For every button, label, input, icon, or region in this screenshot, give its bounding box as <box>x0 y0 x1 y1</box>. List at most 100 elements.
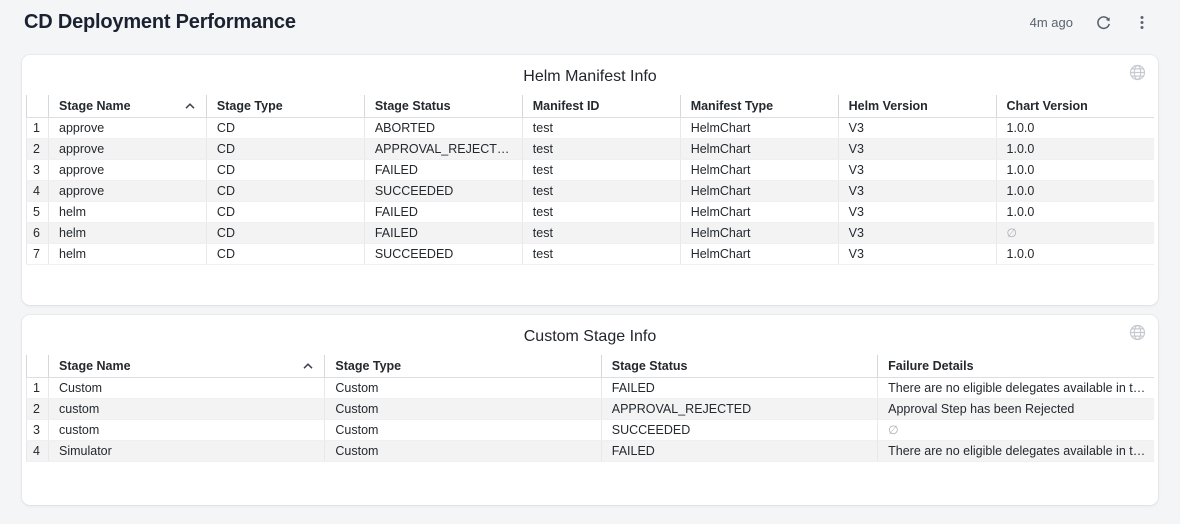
table-cell: ABORTED <box>364 117 522 138</box>
custom-stage-table: Stage Name Stage TypeStage Status Failure … <box>26 355 1154 462</box>
column-header-stage-name[interactable]: Stage Name <box>49 355 325 377</box>
column-header-label: Chart Version <box>1007 99 1088 113</box>
panel-menu-button[interactable] <box>1134 14 1150 31</box>
row-number-header <box>27 95 49 117</box>
table-row: 2customCustomAPPROVAL_REJECTEDApproval S… <box>27 398 1155 419</box>
panel-title[interactable]: Helm Manifest Info <box>22 55 1158 95</box>
table-cell: SUCCEEDED <box>601 419 877 440</box>
table-cell: 1.0.0 <box>996 159 1154 180</box>
table-row: 3customCustomSUCCEEDED∅ <box>27 419 1155 440</box>
column-header-stage-type[interactable]: Stage Type <box>325 355 601 377</box>
column-header-helm-version[interactable]: Helm Version <box>838 95 996 117</box>
table-cell: FAILED <box>364 201 522 222</box>
page-title: CD Deployment Performance <box>24 11 296 34</box>
table-header-row: Stage Name Stage TypeStage Status Failure … <box>27 355 1155 377</box>
table-cell: V3 <box>838 159 996 180</box>
table-row: 4SimulatorCustomFAILEDThere are no eligi… <box>27 440 1155 461</box>
row-number: 3 <box>27 159 49 180</box>
table-cell: HelmChart <box>680 138 838 159</box>
table-cell: Custom <box>49 377 325 398</box>
table-cell: SUCCEEDED <box>364 180 522 201</box>
globe-icon <box>1129 64 1146 81</box>
refresh-button[interactable] <box>1095 14 1112 31</box>
row-number: 2 <box>27 398 49 419</box>
table-cell: V3 <box>838 117 996 138</box>
table-cell: HelmChart <box>680 201 838 222</box>
column-header-label: Failure Details <box>888 359 973 373</box>
table-cell: approve <box>49 138 207 159</box>
table-cell: 1.0.0 <box>996 138 1154 159</box>
table-cell: V3 <box>838 243 996 264</box>
table-cell: 1.0.0 <box>996 201 1154 222</box>
table-cell: helm <box>49 201 207 222</box>
row-number-header <box>27 355 49 377</box>
column-header-chart-version[interactable]: Chart Version <box>996 95 1154 117</box>
table-cell: HelmChart <box>680 117 838 138</box>
table-row: 2approveCDAPPROVAL_REJECTEDtestHelmChart… <box>27 138 1155 159</box>
table-cell: APPROVAL_REJECTED <box>364 138 522 159</box>
table-cell: V3 <box>838 222 996 243</box>
table-cell: Custom <box>325 440 601 461</box>
table-cell: test <box>522 159 680 180</box>
table-row: 6helmCDFAILEDtestHelmChartV3∅ <box>27 222 1155 243</box>
table-cell: There are no eligible delegates availabl… <box>878 377 1154 398</box>
column-header-stage-name[interactable]: Stage Name <box>49 95 207 117</box>
row-number: 5 <box>27 201 49 222</box>
column-header-failure-details[interactable]: Failure Details <box>878 355 1154 377</box>
table-row: 5helmCDFAILEDtestHelmChartV31.0.0 <box>27 201 1155 222</box>
table-row: 7helmCDSUCCEEDEDtestHelmChartV31.0.0 <box>27 243 1155 264</box>
table-cell: CD <box>206 159 364 180</box>
table-cell: CD <box>206 201 364 222</box>
table-cell: HelmChart <box>680 180 838 201</box>
column-header-label: Stage Type <box>217 99 283 113</box>
table-cell: FAILED <box>601 440 877 461</box>
kebab-menu-icon <box>1134 14 1150 31</box>
column-header-stage-status[interactable]: Stage Status <box>364 95 522 117</box>
table-cell: V3 <box>838 201 996 222</box>
table-cell: Simulator <box>49 440 325 461</box>
table-cell: SUCCEEDED <box>364 243 522 264</box>
table-cell: CD <box>206 222 364 243</box>
panel-custom-stage-info: Custom Stage Info Stage Name Stage TypeSt… <box>22 315 1158 505</box>
table-cell: Custom <box>325 419 601 440</box>
last-updated-label: 4m ago <box>1030 15 1073 30</box>
column-header-manifest-id[interactable]: Manifest ID <box>522 95 680 117</box>
column-header-label: Stage Status <box>375 99 451 113</box>
table-row: 3approveCDFAILEDtestHelmChartV31.0.0 <box>27 159 1155 180</box>
globe-icon <box>1129 324 1146 341</box>
table-cell: Approval Step has been Rejected <box>878 398 1154 419</box>
table-cell: FAILED <box>364 159 522 180</box>
table-cell: FAILED <box>364 222 522 243</box>
panel-helm-manifest-info: Helm Manifest Info Stage Name Stage Type S… <box>22 55 1158 305</box>
row-number: 1 <box>27 377 49 398</box>
table-row: 1approveCDABORTEDtestHelmChartV31.0.0 <box>27 117 1155 138</box>
row-number: 7 <box>27 243 49 264</box>
row-number: 6 <box>27 222 49 243</box>
table-cell: approve <box>49 117 207 138</box>
row-number: 2 <box>27 138 49 159</box>
table-cell: test <box>522 180 680 201</box>
table-cell: Custom <box>325 377 601 398</box>
panel-title[interactable]: Custom Stage Info <box>22 315 1158 355</box>
table-cell: approve <box>49 180 207 201</box>
column-header-stage-status[interactable]: Stage Status <box>601 355 877 377</box>
table-cell: CD <box>206 180 364 201</box>
refresh-icon <box>1095 14 1112 31</box>
row-number: 1 <box>27 117 49 138</box>
table-cell: test <box>522 201 680 222</box>
column-header-stage-type[interactable]: Stage Type <box>206 95 364 117</box>
column-header-manifest-type[interactable]: Manifest Type <box>680 95 838 117</box>
column-header-label: Stage Name <box>59 359 131 373</box>
table-cell: test <box>522 138 680 159</box>
column-header-label: Manifest ID <box>533 99 600 113</box>
table-cell: CD <box>206 117 364 138</box>
table-cell: V3 <box>838 180 996 201</box>
sort-asc-icon <box>302 361 318 371</box>
table-cell: HelmChart <box>680 222 838 243</box>
table-row: 1CustomCustomFAILEDThere are no eligible… <box>27 377 1155 398</box>
table-cell: APPROVAL_REJECTED <box>601 398 877 419</box>
table-cell: custom <box>49 419 325 440</box>
table-cell: CD <box>206 243 364 264</box>
table-cell: ∅ <box>996 222 1154 243</box>
table-cell: helm <box>49 243 207 264</box>
